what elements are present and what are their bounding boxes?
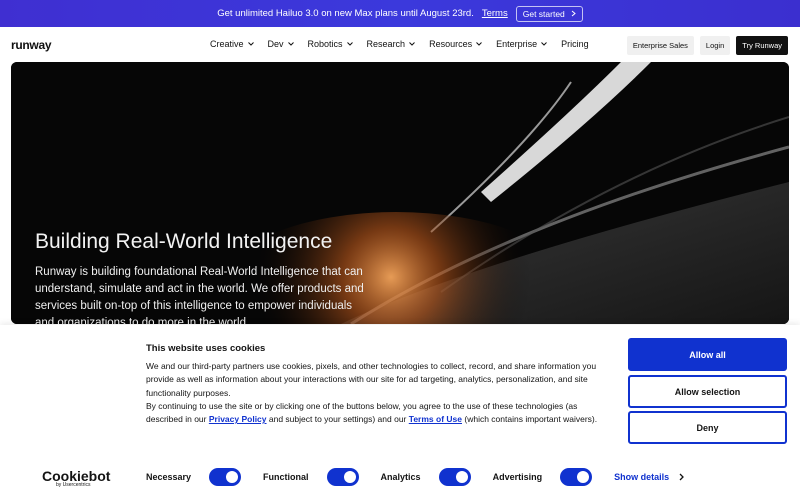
top-navigation: runway Creative Dev Robotics Research Re…: [0, 27, 800, 63]
consent-toggles: Necessary Functional Analytics Advertisi…: [146, 468, 685, 486]
chevron-down-icon: [287, 42, 294, 46]
chevron-down-icon: [346, 42, 353, 46]
promo-terms-link[interactable]: Terms: [482, 8, 508, 19]
nav-item-resources[interactable]: Resources: [429, 39, 482, 49]
try-runway-button[interactable]: Try Runway: [736, 36, 788, 55]
toggle-switch[interactable]: [438, 468, 471, 486]
nav-item-label: Dev: [267, 39, 284, 49]
nav-item-pricing[interactable]: Pricing: [561, 39, 589, 49]
nav-item-dev[interactable]: Dev: [268, 39, 294, 49]
hero-section: Building Real-World Intelligence Runway …: [11, 62, 789, 324]
cookie-paragraph-1: We and our third-party partners use cook…: [146, 361, 597, 398]
toggle-functional[interactable]: Functional: [263, 468, 359, 486]
deny-button[interactable]: Deny: [628, 411, 787, 444]
nav-item-label: Research: [366, 39, 406, 49]
promo-get-started-button[interactable]: Get started: [515, 5, 583, 22]
cookie-paragraph-2: By continuing to use the site or by clic…: [146, 400, 606, 427]
toggle-analytics[interactable]: Analytics: [381, 468, 471, 486]
show-details-label: Show details: [614, 472, 670, 482]
nav-item-label: Pricing: [561, 39, 589, 49]
nav-item-enterprise[interactable]: Enterprise: [496, 39, 547, 49]
promo-cta-label: Get started: [522, 8, 565, 19]
cookie-consent-banner: This website uses cookies We and our thi…: [0, 325, 800, 500]
promo-banner: Get unlimited Hailuo 3.0 on new Max plan…: [0, 0, 800, 27]
privacy-policy-link[interactable]: Privacy Policy: [209, 414, 267, 424]
toggle-switch[interactable]: [326, 468, 359, 486]
cookie-title: This website uses cookies: [146, 343, 266, 354]
nav-actions: Enterprise Sales Login Try Runway: [626, 36, 788, 55]
login-button[interactable]: Login: [699, 36, 731, 55]
toggle-switch[interactable]: [209, 468, 242, 486]
chevron-down-icon: [541, 42, 547, 46]
nav-item-creative[interactable]: Creative: [210, 39, 254, 49]
nav-menu: Creative Dev Robotics Research Resources…: [210, 39, 603, 49]
toggle-label: Advertising: [492, 472, 543, 482]
toggle-label: Necessary: [146, 472, 192, 482]
toggle-necessary[interactable]: Necessary: [146, 468, 242, 486]
nav-item-label: Creative: [210, 39, 244, 49]
enterprise-sales-button[interactable]: Enterprise Sales: [626, 36, 694, 55]
nav-item-label: Resources: [429, 39, 473, 49]
terms-of-use-link[interactable]: Terms of Use: [409, 414, 462, 424]
cookie-text: (which contains important waivers).: [464, 414, 598, 425]
hero-title: Building Real-World Intelligence: [35, 230, 333, 253]
cookie-description: We and our third-party partners use cook…: [146, 360, 606, 426]
chevron-right-icon: [679, 473, 685, 481]
chevron-down-icon: [247, 42, 254, 46]
nav-item-label: Enterprise: [496, 39, 538, 49]
promo-text: Get unlimited Hailuo 3.0 on new Max plan…: [217, 8, 474, 19]
chevron-right-icon: [571, 10, 576, 17]
chevron-down-icon: [409, 42, 415, 46]
nav-item-robotics[interactable]: Robotics: [308, 39, 353, 49]
toggle-label: Functional: [263, 472, 309, 482]
toggle-label: Analytics: [380, 472, 421, 482]
chevron-down-icon: [476, 42, 482, 46]
allow-all-button[interactable]: Allow all: [628, 338, 787, 371]
cookiebot-subtitle: by Usercentrics: [56, 482, 91, 488]
toggle-switch[interactable]: [560, 468, 593, 486]
allow-selection-button[interactable]: Allow selection: [628, 375, 787, 408]
nav-item-research[interactable]: Research: [367, 39, 416, 49]
runway-logo[interactable]: runway: [11, 38, 52, 52]
toggle-advertising[interactable]: Advertising: [493, 468, 593, 486]
nav-item-label: Robotics: [307, 39, 343, 49]
cookie-text: and subject to your settings) and our: [268, 414, 407, 425]
show-details-link[interactable]: Show details: [614, 472, 685, 482]
hero-description: Runway is building foundational Real-Wor…: [35, 266, 364, 324]
